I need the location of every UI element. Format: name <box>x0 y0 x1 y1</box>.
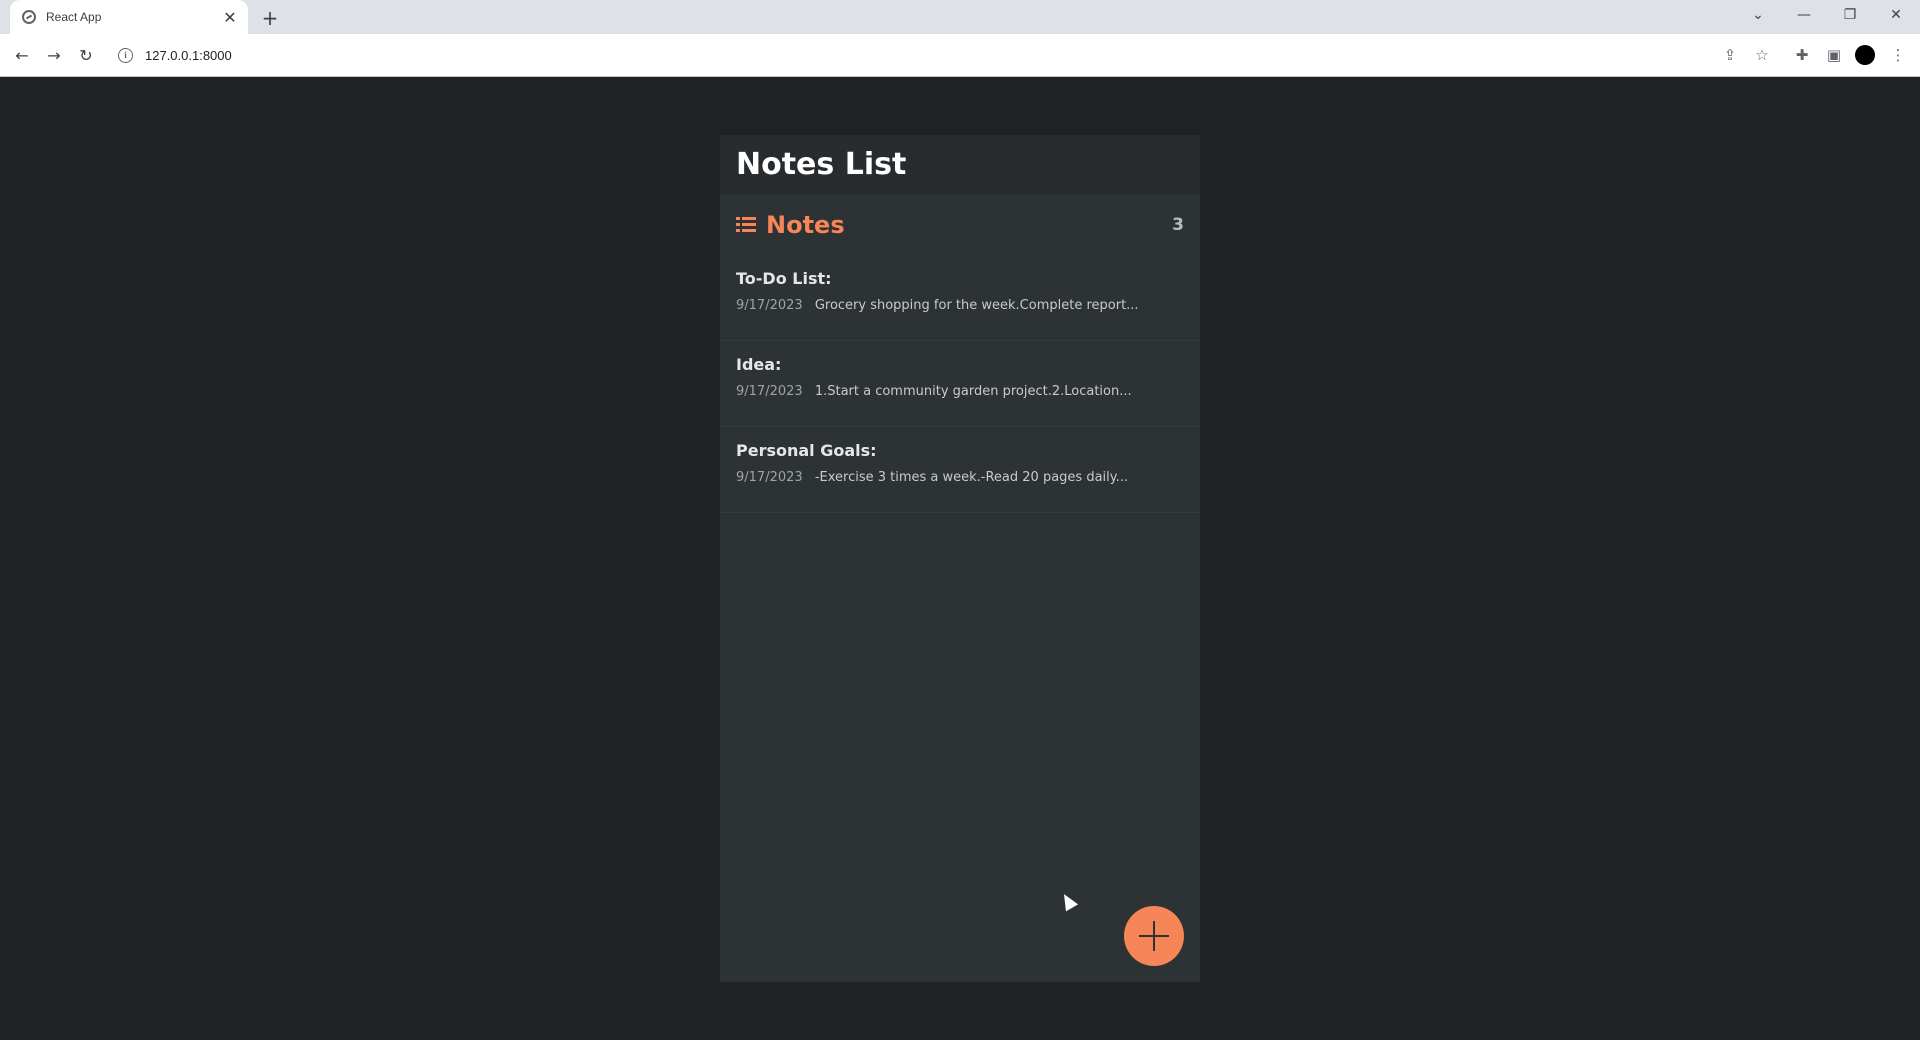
note-meta: 9/17/2023 Grocery shopping for the week.… <box>736 298 1200 313</box>
page: Notes List Notes 3 To-Do List: 9/17/2023… <box>0 77 1920 1040</box>
note-preview: Grocery shopping for the week.Complete r… <box>814 298 1139 313</box>
note-title: Idea: <box>736 355 782 374</box>
list-item[interactable]: Personal Goals: 9/17/2023 -Exercise 3 ti… <box>720 427 1200 513</box>
star-icon[interactable]: ☆ <box>1750 43 1774 67</box>
reload-button[interactable]: ↻ <box>74 43 98 67</box>
tab-title: React App <box>46 10 102 24</box>
notes-card: Notes List Notes 3 To-Do List: 9/17/2023… <box>720 135 1200 982</box>
note-list: To-Do List: 9/17/2023 Grocery shopping f… <box>720 255 1200 513</box>
tab-close-icon[interactable]: ✕ <box>220 7 240 27</box>
plus-icon <box>1139 921 1169 951</box>
notes-section-header: Notes 3 <box>736 207 1184 243</box>
profile-avatar[interactable] <box>1855 45 1875 65</box>
tab-strip: React App ✕ + ⌄ — ❐ ✕ <box>0 0 1920 34</box>
note-date: 9/17/2023 <box>736 384 803 399</box>
note-meta: 9/17/2023 1.Start a community garden pro… <box>736 384 1200 399</box>
globe-icon <box>22 10 36 24</box>
note-preview: -Exercise 3 times a week.-Read 20 pages … <box>814 470 1129 485</box>
add-note-button[interactable] <box>1124 906 1184 966</box>
notes-count: 3 <box>1172 215 1184 235</box>
list-item[interactable]: To-Do List: 9/17/2023 Grocery shopping f… <box>720 255 1200 341</box>
share-icon[interactable]: ⇪ <box>1718 43 1742 67</box>
menu-icon[interactable]: ⋮ <box>1886 43 1910 67</box>
note-date: 9/17/2023 <box>736 298 803 313</box>
side-panel-icon[interactable]: ▣ <box>1822 43 1846 67</box>
address-bar[interactable]: i 127.0.0.1:8000 <box>110 39 1760 71</box>
extensions-icon[interactable]: ✚ <box>1790 43 1814 67</box>
note-title: To-Do List: <box>736 269 832 288</box>
browser-tab[interactable]: React App ✕ <box>10 0 248 34</box>
site-info-icon[interactable]: i <box>118 47 133 63</box>
back-button[interactable]: ← <box>10 43 34 67</box>
note-title: Personal Goals: <box>736 441 877 460</box>
new-tab-button[interactable]: + <box>258 6 282 30</box>
list-item[interactable]: Idea: 9/17/2023 1.Start a community gard… <box>720 341 1200 427</box>
note-date: 9/17/2023 <box>736 470 803 485</box>
tab-search-icon[interactable]: ⌄ <box>1735 0 1781 30</box>
url-text: 127.0.0.1:8000 <box>145 47 232 63</box>
notes-section-label: Notes <box>766 211 845 239</box>
minimize-button[interactable]: — <box>1781 0 1827 30</box>
restore-button[interactable]: ❐ <box>1827 0 1873 30</box>
window-close-button[interactable]: ✕ <box>1873 0 1919 30</box>
list-icon <box>736 216 756 234</box>
note-meta: 9/17/2023 -Exercise 3 times a week.-Read… <box>736 470 1200 485</box>
browser-toolbar: ← → ↻ i 127.0.0.1:8000 ⇪ ☆ ✚ ▣ ⋮ <box>0 34 1920 77</box>
note-preview: 1.Start a community garden project.2.Loc… <box>814 384 1132 399</box>
forward-button[interactable]: → <box>42 43 66 67</box>
app-header: Notes List <box>720 135 1200 195</box>
page-title: Notes List <box>736 147 907 182</box>
